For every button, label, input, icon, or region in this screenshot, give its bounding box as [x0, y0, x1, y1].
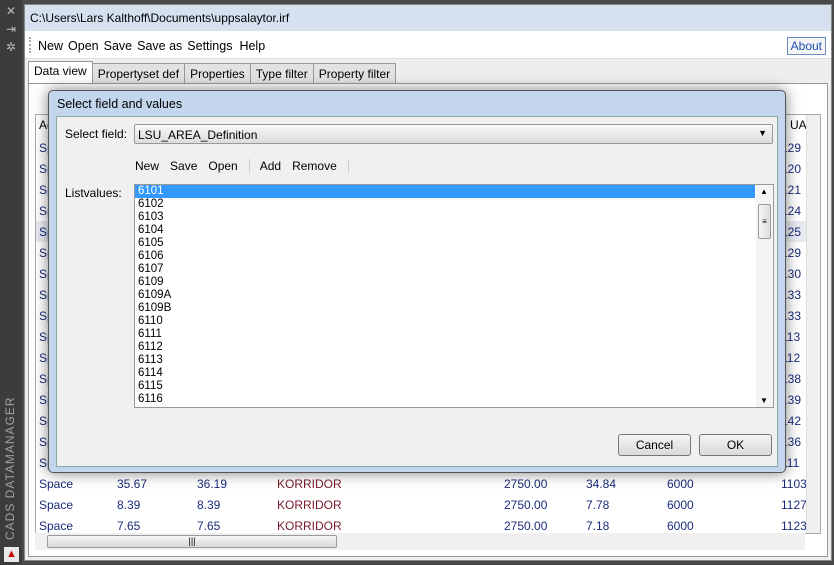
select-field-value: LSU_AREA_Definition	[138, 128, 258, 142]
scroll-thumb[interactable]: ≡	[758, 204, 771, 239]
grid-vertical-scrollbar[interactable]	[806, 115, 820, 533]
new-button[interactable]: New	[135, 159, 159, 173]
list-item[interactable]: 6109B	[135, 302, 755, 315]
ok-button[interactable]: OK	[699, 434, 772, 456]
tab-property-filter[interactable]: Property filter	[312, 63, 397, 83]
add-button[interactable]: Add	[260, 159, 281, 173]
tab-data-view[interactable]: Data view	[28, 61, 93, 83]
table-cell: KORRIDOR	[277, 477, 342, 491]
list-item[interactable]: 6109A	[135, 289, 755, 302]
list-item[interactable]: 6110	[135, 315, 755, 328]
scroll-up-icon[interactable]: ▲	[760, 187, 768, 196]
remove-button[interactable]: Remove	[292, 159, 337, 173]
table-cell: 1127	[781, 498, 807, 512]
table-cell: 36.19	[197, 477, 228, 491]
scroll-down-icon[interactable]: ▼	[760, 396, 768, 405]
table-cell: 6000	[667, 498, 694, 512]
list-item[interactable]: 6114	[135, 367, 755, 380]
list-item[interactable]: 6104	[135, 224, 755, 237]
save-button[interactable]: Save	[170, 159, 197, 173]
list-item[interactable]: 6101	[135, 185, 755, 198]
table-cell: 7.78	[586, 498, 610, 512]
menu-settings[interactable]: Settings	[187, 39, 232, 53]
table-row[interactable]: Space 35.67 36.19 KORRIDOR 2750.00 34.84 6000 1…	[36, 473, 811, 494]
list-item[interactable]: 6106	[135, 250, 755, 263]
table-cell: 2750.00	[504, 519, 548, 533]
dialog-body: Select field: LSU_AREA_Definition ▼ New …	[56, 116, 778, 467]
menu-new[interactable]: New	[38, 39, 63, 53]
listvalues-label: Listvalues:	[65, 186, 122, 200]
table-cell: KORRIDOR	[277, 498, 342, 512]
table-cell: 7.65	[117, 519, 141, 533]
tab-bar: Data view Propertyset def Properties Typ…	[28, 61, 397, 83]
tab-type-filter[interactable]: Type filter	[249, 63, 314, 83]
list-item[interactable]: 6116	[135, 393, 755, 406]
list-item[interactable]: 6102	[135, 198, 755, 211]
toolbar-grip[interactable]	[29, 37, 31, 53]
side-panel: ✕ ⇥ ✲ CADS DATAMANAGER ▲	[0, 0, 22, 565]
table-cell: 6000	[667, 519, 694, 533]
toolbar-divider	[347, 159, 349, 173]
scroll-thumb[interactable]: |||	[47, 535, 337, 548]
list-item[interactable]: 6103	[135, 211, 755, 224]
tab-propertyset-def[interactable]: Propertyset def	[91, 63, 186, 83]
chevron-down-icon: ▼	[758, 128, 767, 138]
select-field-dialog: Select field and values Select field: LS…	[48, 90, 786, 473]
menu-bar: New Open Save Save as Settings Help About	[25, 31, 831, 59]
table-cell: Space	[39, 477, 74, 491]
cads-logo-icon: ▲	[4, 547, 19, 562]
table-cell: 2750.00	[504, 498, 548, 512]
cancel-button[interactable]: Cancel	[618, 434, 691, 456]
palette-title: CADS DATAMANAGER	[3, 396, 17, 540]
select-field-label: Select field:	[65, 127, 128, 141]
list-item[interactable]: 6111	[135, 328, 755, 341]
menu-open[interactable]: Open	[68, 39, 99, 53]
table-cell: Space	[39, 519, 74, 533]
list-item[interactable]: 6105	[135, 237, 755, 250]
grid-horizontal-scrollbar[interactable]: |||	[35, 533, 805, 550]
table-cell: 34.84	[586, 477, 617, 491]
list-vertical-scrollbar[interactable]: ▲ ≡ ▼	[756, 185, 773, 407]
select-field-dropdown[interactable]: LSU_AREA_Definition ▼	[134, 124, 773, 144]
menu-help[interactable]: Help	[239, 39, 265, 53]
gear-icon[interactable]: ✲	[5, 41, 17, 53]
table-cell: 6000	[667, 477, 694, 491]
about-button[interactable]: About	[786, 37, 826, 55]
menu-save-as[interactable]: Save as	[137, 39, 182, 53]
table-cell: 35.67	[117, 477, 148, 491]
list-item[interactable]: 6113	[135, 354, 755, 367]
table-cell: 2750.00	[504, 477, 548, 491]
table-cell: 1103	[781, 477, 807, 491]
dialog-title: Select field and values	[57, 97, 183, 111]
list-toolbar: New Save Open Add Remove	[135, 159, 359, 173]
table-row[interactable]: Space 7.65 7.65 KORRIDOR 2750.00 7.18 6000 1123	[36, 515, 811, 533]
pin-icon[interactable]: ⇥	[5, 23, 17, 35]
list-item[interactable]: 6115	[135, 380, 755, 393]
table-row[interactable]: Space 8.39 8.39 KORRIDOR 2750.00 7.78 6000 1127	[36, 494, 811, 515]
table-cell: 8.39	[117, 498, 141, 512]
table-cell: 1123	[781, 519, 807, 533]
listvalues-listbox[interactable]: 6101 6102 6103 6104 6105 6106 6107 6109 6109A 610…	[134, 184, 774, 408]
toolbar-divider	[248, 159, 250, 173]
list-item[interactable]: 6109	[135, 276, 755, 289]
close-icon[interactable]: ✕	[5, 5, 17, 17]
list-item[interactable]: 6112	[135, 341, 755, 354]
open-button[interactable]: Open	[208, 159, 237, 173]
table-cell: KORRIDOR	[277, 519, 342, 533]
menu-save[interactable]: Save	[104, 39, 133, 53]
table-cell: 8.39	[197, 498, 221, 512]
list-item[interactable]: 6107	[135, 263, 755, 276]
tab-properties[interactable]: Properties	[184, 63, 251, 83]
table-cell: Space	[39, 498, 74, 512]
table-cell: 7.65	[197, 519, 221, 533]
table-cell: 7.18	[586, 519, 610, 533]
window-title: C:\Users\Lars Kalthoff\Documents\uppsala…	[25, 5, 831, 31]
